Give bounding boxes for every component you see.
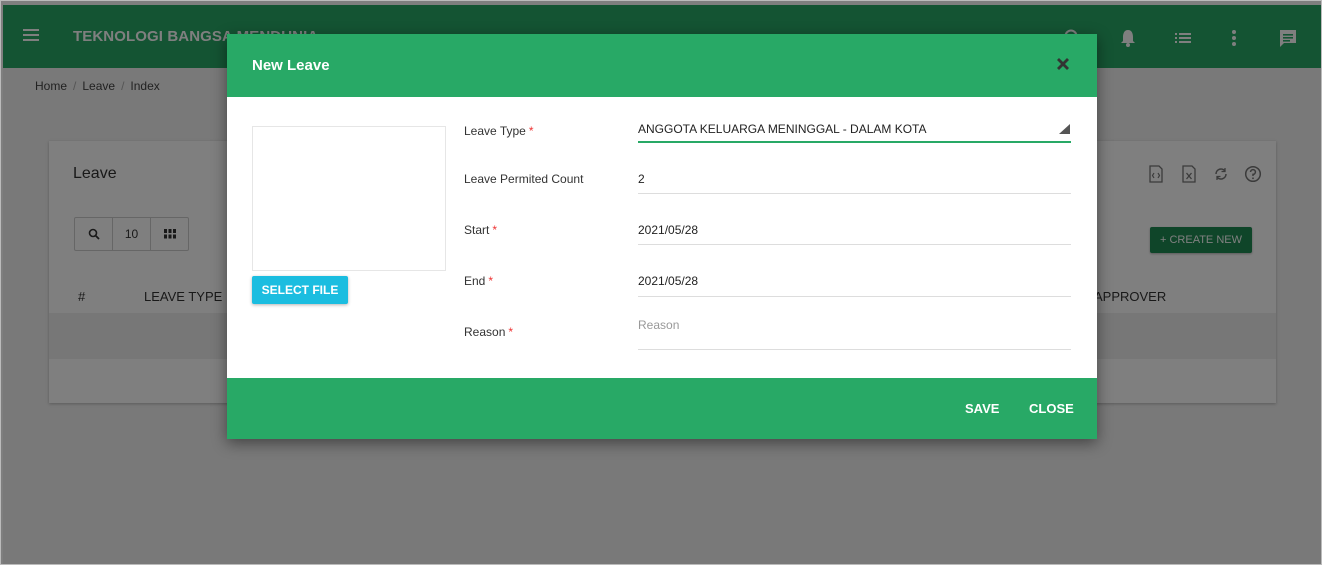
end-date-field[interactable]: 2021/05/28 <box>638 274 1071 288</box>
new-leave-dialog: New Leave SELECT FILE Leave Type * ANGGOT… <box>227 34 1097 439</box>
file-preview <box>252 126 446 271</box>
dropdown-caret-icon[interactable] <box>1059 124 1070 134</box>
close-icon[interactable] <box>1056 57 1074 75</box>
reason-input[interactable]: Reason <box>638 318 1071 332</box>
dialog-title: New Leave <box>252 57 330 74</box>
leave-type-underline <box>638 141 1071 143</box>
dialog-body: SELECT FILE Leave Type * ANGGOTA KELUARGA… <box>227 97 1097 378</box>
reason-underline <box>638 349 1071 350</box>
permited-count-underline <box>638 193 1071 194</box>
end-date-underline <box>638 296 1071 297</box>
start-date-field[interactable]: 2021/05/28 <box>638 223 1071 237</box>
required-marker: * <box>492 223 498 237</box>
dialog-header: New Leave <box>227 34 1097 97</box>
required-marker: * <box>488 274 494 288</box>
end-label-text: End <box>464 274 486 288</box>
start-date-underline <box>638 244 1071 245</box>
end-label: End * <box>464 274 493 288</box>
select-file-button[interactable]: SELECT FILE <box>252 276 348 304</box>
permited-count-field: 2 <box>638 172 645 186</box>
required-marker: * <box>508 325 514 339</box>
app-window: TEKNOLOGI BANGSA MENDUNIA Home/Leave/Ind… <box>0 0 1322 565</box>
leave-type-label: Leave Type * <box>464 124 534 138</box>
close-button[interactable]: CLOSE <box>1029 401 1074 416</box>
leave-type-select[interactable]: ANGGOTA KELUARGA MENINGGAL - DALAM KOTA <box>638 122 1071 136</box>
dialog-footer: SAVE CLOSE <box>227 378 1097 439</box>
required-marker: * <box>528 124 534 138</box>
start-label: Start * <box>464 223 497 237</box>
permited-count-label: Leave Permited Count <box>464 172 584 186</box>
leave-type-label-text: Leave Type <box>464 124 526 138</box>
reason-label-text: Reason <box>464 325 506 339</box>
start-label-text: Start <box>464 223 490 237</box>
save-button[interactable]: SAVE <box>965 401 999 416</box>
reason-label: Reason * <box>464 325 513 339</box>
